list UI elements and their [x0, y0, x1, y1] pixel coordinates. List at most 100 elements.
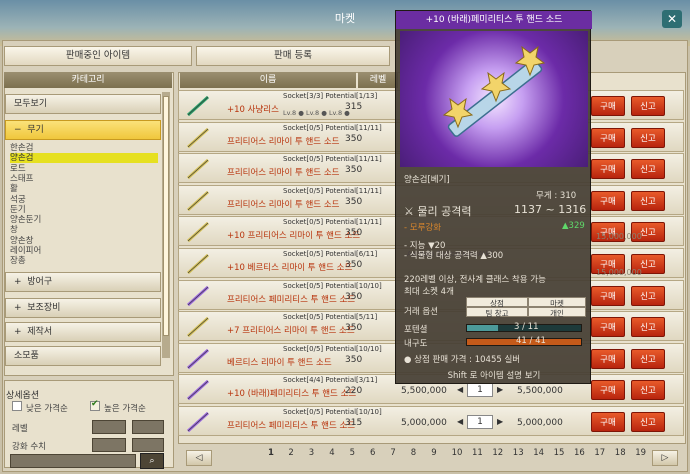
category-weapon[interactable]: − 무기	[5, 120, 161, 140]
weapon-sub-item[interactable]: 활	[10, 184, 158, 194]
report-button[interactable]: 신고	[631, 317, 665, 338]
item-level: 350	[345, 133, 363, 144]
page-number[interactable]: 17	[594, 448, 605, 458]
page-number[interactable]: 10	[452, 448, 463, 458]
page-number[interactable]: 13	[513, 448, 524, 458]
page-number[interactable]: 18	[615, 448, 626, 458]
page-number[interactable]: 15	[554, 448, 565, 458]
trade-label: 거래 옵션	[404, 307, 438, 317]
table-row[interactable]: Socket[0/5] Potential[10/10] 프리티어스 페미리티스 …	[178, 406, 684, 436]
quantity-input[interactable]: 1	[467, 383, 493, 398]
buy-button[interactable]: 구매	[591, 317, 625, 338]
page-number[interactable]: 4	[329, 448, 334, 458]
weapon-sub-item[interactable]: 양손창	[10, 236, 158, 246]
buy-button[interactable]: 구매	[591, 96, 625, 116]
level-max-input[interactable]	[132, 420, 164, 434]
close-button[interactable]: ✕	[662, 10, 682, 28]
attack-range: 1137 ~ 1316	[514, 203, 587, 216]
weapon-sub-item[interactable]: 석궁	[10, 195, 158, 205]
item-name: +10 프리티어스 리마이 투 핸드 소드	[227, 231, 361, 242]
low-price-checkbox[interactable]	[12, 401, 22, 411]
page-number[interactable]: 3	[309, 448, 314, 458]
page-number[interactable]: 19	[635, 448, 646, 458]
next-page-button[interactable]: ▷	[652, 450, 678, 466]
search-button[interactable]: ⌕	[140, 453, 164, 469]
page-number[interactable]: 14	[533, 448, 544, 458]
report-button[interactable]: 신고	[631, 380, 665, 401]
page-number[interactable]: 16	[574, 448, 585, 458]
buy-button[interactable]: 구매	[591, 380, 625, 401]
report-button[interactable]: 신고	[631, 159, 665, 180]
quantity-input[interactable]: 1	[467, 415, 493, 429]
buy-button[interactable]: 구매	[591, 285, 625, 306]
page-number[interactable]: 9	[431, 448, 436, 458]
item-level: 350	[345, 165, 363, 176]
category-consume[interactable]: 소모품	[5, 346, 161, 366]
low-price-label: 낮은 가격순	[26, 404, 68, 414]
page-number[interactable]: 8	[411, 448, 416, 458]
category-craft[interactable]: + 제작서	[5, 322, 161, 342]
report-button[interactable]: 신고	[631, 190, 665, 211]
scroll-thumb[interactable]	[163, 96, 169, 336]
weapon-sub-item[interactable]: 양손둔기	[10, 215, 158, 225]
page-number[interactable]: 11	[472, 448, 483, 458]
tooltip-attack: ⚔ 물리 공격력	[404, 203, 471, 219]
sword-icon	[185, 252, 211, 276]
item-level: 350	[345, 196, 363, 207]
high-price-label: 높은 가격순	[104, 404, 146, 414]
item-name: +7 프리티어스 리마이 투 핸드 소드	[227, 326, 355, 337]
report-button[interactable]: 신고	[631, 348, 665, 369]
sword-icon	[185, 315, 211, 339]
detail-header: 상세옵션	[6, 391, 40, 401]
search-input[interactable]	[10, 454, 136, 468]
weapon-sub-item[interactable]: 장총	[10, 256, 158, 266]
total-price: 5,000,000	[517, 418, 563, 428]
category-all[interactable]: 모두보기	[5, 94, 161, 114]
category-accessory[interactable]: + 보조장비	[5, 298, 161, 318]
socket-info: Socket[0/5] Potential[10/10]	[283, 408, 382, 416]
high-price-checkbox[interactable]: ✔	[90, 399, 100, 411]
page-number[interactable]: 6	[370, 448, 375, 458]
socket-info: Socket[0/5] Potential[10/10]	[283, 344, 382, 353]
category-armor[interactable]: + 방어구	[5, 272, 161, 292]
report-button[interactable]: 신고	[631, 412, 665, 432]
page-number[interactable]: 12	[492, 448, 503, 458]
report-button[interactable]: 신고	[631, 96, 665, 116]
buy-button[interactable]: 구매	[591, 159, 625, 180]
page-number[interactable]: 7	[390, 448, 395, 458]
category-accessory-label: 보조장비	[27, 303, 61, 313]
weapon-sub-item[interactable]: 창	[10, 225, 158, 235]
page-number[interactable]: 5	[350, 448, 355, 458]
unit-price: 5,500,000	[401, 386, 447, 397]
quantity-stepper[interactable]: ◀ 1 ▶	[457, 415, 511, 429]
durability-label: 내구도	[404, 339, 428, 349]
weapon-sub-item[interactable]: 로드	[10, 164, 158, 174]
socket-info: Socket[0/5] Potential[5/11]	[283, 313, 378, 322]
weapon-sub-item[interactable]: 둔기	[10, 205, 158, 215]
weapon-sub-item[interactable]: 스태프	[10, 174, 158, 184]
page-number[interactable]: 2	[288, 448, 293, 458]
category-scrollbar[interactable]	[162, 92, 170, 358]
sword-icon	[185, 157, 211, 181]
item-name: 프리티어스 리마이 투 핸드 소드	[227, 136, 340, 147]
enhance-max-input[interactable]	[132, 438, 164, 452]
prev-page-button[interactable]: ◁	[186, 450, 212, 466]
page-number[interactable]: 1	[268, 448, 274, 458]
report-button[interactable]: 신고	[631, 285, 665, 306]
buy-button[interactable]: 구매	[591, 348, 625, 369]
enhance-min-input[interactable]	[92, 438, 126, 452]
socket-info: Socket[0/5] Potential[11/11]	[283, 123, 382, 132]
buy-button[interactable]: 구매	[591, 190, 625, 211]
weapon-sub-item[interactable]: 양손검	[10, 153, 158, 164]
weapon-sub-item[interactable]: 한손검	[10, 143, 158, 153]
tab-selling[interactable]: 판매중인 아이템	[4, 46, 192, 66]
quantity-stepper[interactable]: ◀ 1 ▶	[457, 383, 511, 398]
tab-register[interactable]: 판매 등록	[196, 46, 390, 66]
total-price: 5,500,000	[517, 386, 563, 397]
buy-button[interactable]: 구매	[591, 412, 625, 432]
report-button[interactable]: 신고	[631, 127, 665, 148]
weapon-sub-item[interactable]: 레이피어	[10, 246, 158, 256]
buy-button[interactable]: 구매	[591, 127, 625, 148]
level-min-input[interactable]	[92, 420, 126, 434]
durability-value: 41 / 41	[516, 336, 546, 346]
